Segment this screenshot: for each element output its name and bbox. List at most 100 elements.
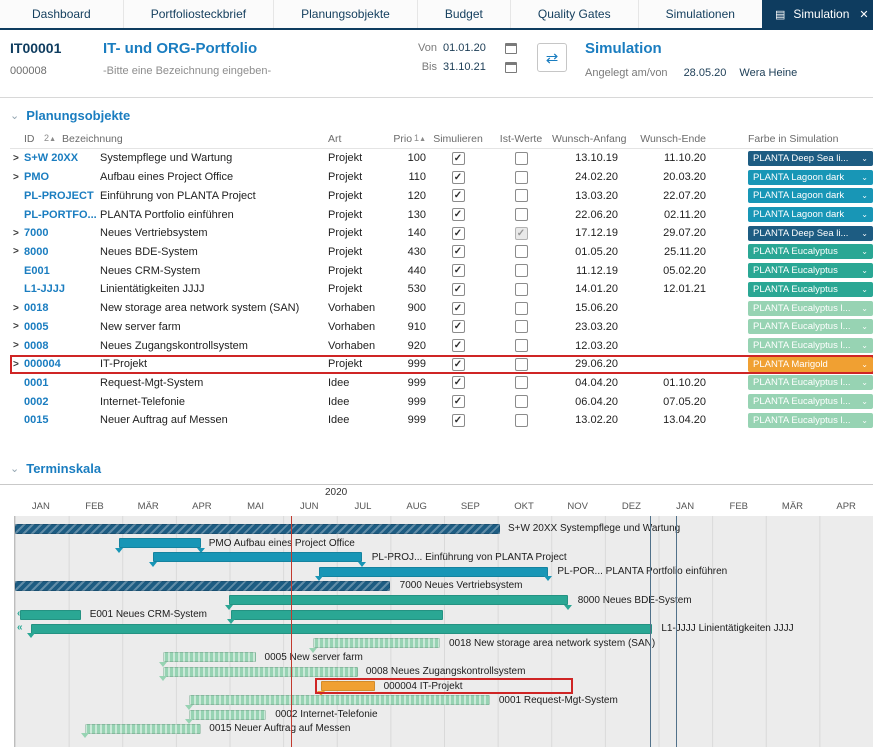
ist-werte-checkbox[interactable] <box>515 395 528 408</box>
farbe-dropdown[interactable]: PLANTA Lagoon dark⌄ <box>748 188 873 203</box>
farbe-dropdown[interactable]: PLANTA Eucalyptus l...⌄ <box>748 394 873 409</box>
row-id[interactable]: 0018 <box>24 302 62 314</box>
section-planungsobjekte[interactable]: ⌄ Planungsobjekte <box>0 98 873 129</box>
table-row[interactable]: L1-JJJJLinientätigkeiten JJJJProjekt530✓… <box>10 280 873 299</box>
col-farbe[interactable]: Farbe in Simulation <box>748 133 873 145</box>
col-wunsch-ende[interactable]: Wunsch-Ende <box>640 133 720 145</box>
farbe-dropdown[interactable]: PLANTA Eucalyptus⌄ <box>748 282 873 297</box>
bis-value[interactable]: 31.10.21 <box>443 61 499 73</box>
row-id[interactable]: 0008 <box>24 340 62 352</box>
expand-arrow-icon[interactable]: > <box>10 172 24 183</box>
col-prio[interactable]: Prio 1▲ <box>390 133 426 145</box>
tab-planungsobjekte[interactable]: Planungsobjekte <box>273 0 417 28</box>
table-row[interactable]: E001Neues CRM-SystemProjekt440✓11.12.190… <box>10 261 873 280</box>
farbe-dropdown[interactable]: PLANTA Eucalyptus l...⌄ <box>748 319 873 334</box>
expand-arrow-icon[interactable]: > <box>10 340 24 351</box>
ist-werte-checkbox[interactable] <box>515 245 528 258</box>
simulieren-checkbox[interactable]: ✓ <box>452 227 465 240</box>
table-row[interactable]: 0002Internet-TelefonieIdee999✓06.04.2007… <box>10 392 873 411</box>
ist-werte-checkbox[interactable] <box>515 264 528 277</box>
ist-werte-checkbox[interactable] <box>515 152 528 165</box>
farbe-dropdown[interactable]: PLANTA Lagoon dark⌄ <box>748 207 873 222</box>
ist-werte-checkbox[interactable] <box>515 208 528 221</box>
farbe-dropdown[interactable]: PLANTA Eucalyptus l...⌄ <box>748 413 873 428</box>
simulieren-checkbox[interactable]: ✓ <box>452 152 465 165</box>
tab-budget[interactable]: Budget <box>417 0 510 28</box>
simulieren-checkbox[interactable]: ✓ <box>452 208 465 221</box>
row-id[interactable]: S+W 20XX <box>24 152 62 164</box>
simulieren-checkbox[interactable]: ✓ <box>452 264 465 277</box>
ist-werte-checkbox[interactable] <box>515 358 528 371</box>
ist-werte-checkbox[interactable] <box>515 189 528 202</box>
col-wunsch-anfang[interactable]: Wunsch-Anfang <box>552 133 640 145</box>
simulieren-checkbox[interactable]: ✓ <box>452 414 465 427</box>
tab-quality-gates[interactable]: Quality Gates <box>510 0 638 28</box>
row-id[interactable]: 8000 <box>24 246 62 258</box>
row-id[interactable]: 000004 <box>24 358 62 370</box>
section-terminskala[interactable]: ⌄ Terminskala <box>0 430 873 484</box>
ist-werte-checkbox[interactable] <box>515 320 528 333</box>
von-value[interactable]: 01.01.20 <box>443 42 499 54</box>
expand-arrow-icon[interactable]: > <box>10 153 24 164</box>
expand-arrow-icon[interactable]: > <box>10 303 24 314</box>
table-row[interactable]: >0005New server farmVorhaben910✓23.03.20… <box>10 317 873 336</box>
farbe-dropdown[interactable]: PLANTA Deep Sea li...⌄ <box>748 226 873 241</box>
gantt-bar[interactable] <box>189 710 267 720</box>
close-icon[interactable]: ✕ <box>859 8 868 21</box>
gantt-bar[interactable] <box>20 610 81 620</box>
gantt-bar[interactable] <box>189 695 490 705</box>
collapse-chevron-icon[interactable]: ⌄ <box>10 109 19 122</box>
farbe-dropdown[interactable]: PLANTA Eucalyptus⌄ <box>748 244 873 259</box>
simulieren-checkbox[interactable]: ✓ <box>452 245 465 258</box>
expand-arrow-icon[interactable]: > <box>10 321 24 332</box>
table-row[interactable]: PL-PROJECTEinführung von PLANTA ProjectP… <box>10 186 873 205</box>
gantt-bar[interactable] <box>85 724 201 734</box>
expand-arrow-icon[interactable]: > <box>10 359 24 370</box>
simulieren-checkbox[interactable]: ✓ <box>452 320 465 333</box>
tab-dashboard[interactable]: Dashboard <box>0 0 123 28</box>
table-row[interactable]: >S+W 20XXSystempflege und WartungProjekt… <box>10 149 873 168</box>
table-row[interactable]: 0001Request-Mgt-SystemIdee999✓04.04.2001… <box>10 374 873 393</box>
table-row[interactable]: >0008Neues ZugangskontrollsystemVorhaben… <box>10 336 873 355</box>
table-row[interactable]: >7000Neues VertriebsystemProjekt140✓✓17.… <box>10 224 873 243</box>
farbe-dropdown[interactable]: PLANTA Eucalyptus l...⌄ <box>748 301 873 316</box>
row-id[interactable]: 0001 <box>24 377 62 389</box>
table-row[interactable]: >PMOAufbau eines Project OfficeProjekt11… <box>10 168 873 187</box>
table-row[interactable]: 0015Neuer Auftrag auf MessenIdee999✓13.0… <box>10 411 873 430</box>
gantt-bar[interactable] <box>153 552 363 562</box>
tab-portfoliosteckbrief[interactable]: Portfoliosteckbrief <box>123 0 273 28</box>
row-id[interactable]: PL-PORTFO... <box>24 209 62 221</box>
ist-werte-checkbox[interactable] <box>515 302 528 315</box>
expand-arrow-icon[interactable]: > <box>10 246 24 257</box>
ist-werte-checkbox[interactable] <box>515 414 528 427</box>
row-id[interactable]: 0015 <box>24 414 62 426</box>
simulieren-checkbox[interactable]: ✓ <box>452 189 465 202</box>
ist-werte-checkbox[interactable] <box>515 376 528 389</box>
refresh-button[interactable]: ⇄ <box>537 43 567 72</box>
gantt-bar[interactable] <box>231 610 444 620</box>
farbe-dropdown[interactable]: PLANTA Marigold⌄ <box>748 357 873 372</box>
gantt-bar[interactable] <box>319 567 549 577</box>
farbe-dropdown[interactable]: PLANTA Eucalyptus⌄ <box>748 263 873 278</box>
simulieren-checkbox[interactable]: ✓ <box>452 395 465 408</box>
row-id[interactable]: E001 <box>24 265 62 277</box>
col-id[interactable]: ID 2▲ <box>24 133 62 145</box>
gantt-bar[interactable] <box>15 581 390 591</box>
col-art[interactable]: Art <box>328 133 390 145</box>
row-id[interactable]: L1-JJJJ <box>24 283 62 295</box>
farbe-dropdown[interactable]: PLANTA Eucalyptus l...⌄ <box>748 375 873 390</box>
simulieren-checkbox[interactable]: ✓ <box>452 171 465 184</box>
simulieren-checkbox[interactable]: ✓ <box>452 339 465 352</box>
row-id[interactable]: 7000 <box>24 227 62 239</box>
calendar-icon[interactable] <box>505 43 517 54</box>
ist-werte-checkbox[interactable] <box>515 171 528 184</box>
table-row[interactable]: >8000Neues BDE-SystemProjekt430✓01.05.20… <box>10 243 873 262</box>
ist-werte-checkbox[interactable]: ✓ <box>515 227 528 240</box>
gantt-bar[interactable] <box>229 595 568 605</box>
table-row[interactable]: >0018New storage area network system (SA… <box>10 299 873 318</box>
row-id[interactable]: PMO <box>24 171 62 183</box>
collapse-chevron-icon[interactable]: ⌄ <box>10 462 19 475</box>
row-id[interactable]: 0002 <box>24 396 62 408</box>
tab-simulationen[interactable]: Simulationen <box>638 0 762 28</box>
simulieren-checkbox[interactable]: ✓ <box>452 283 465 296</box>
